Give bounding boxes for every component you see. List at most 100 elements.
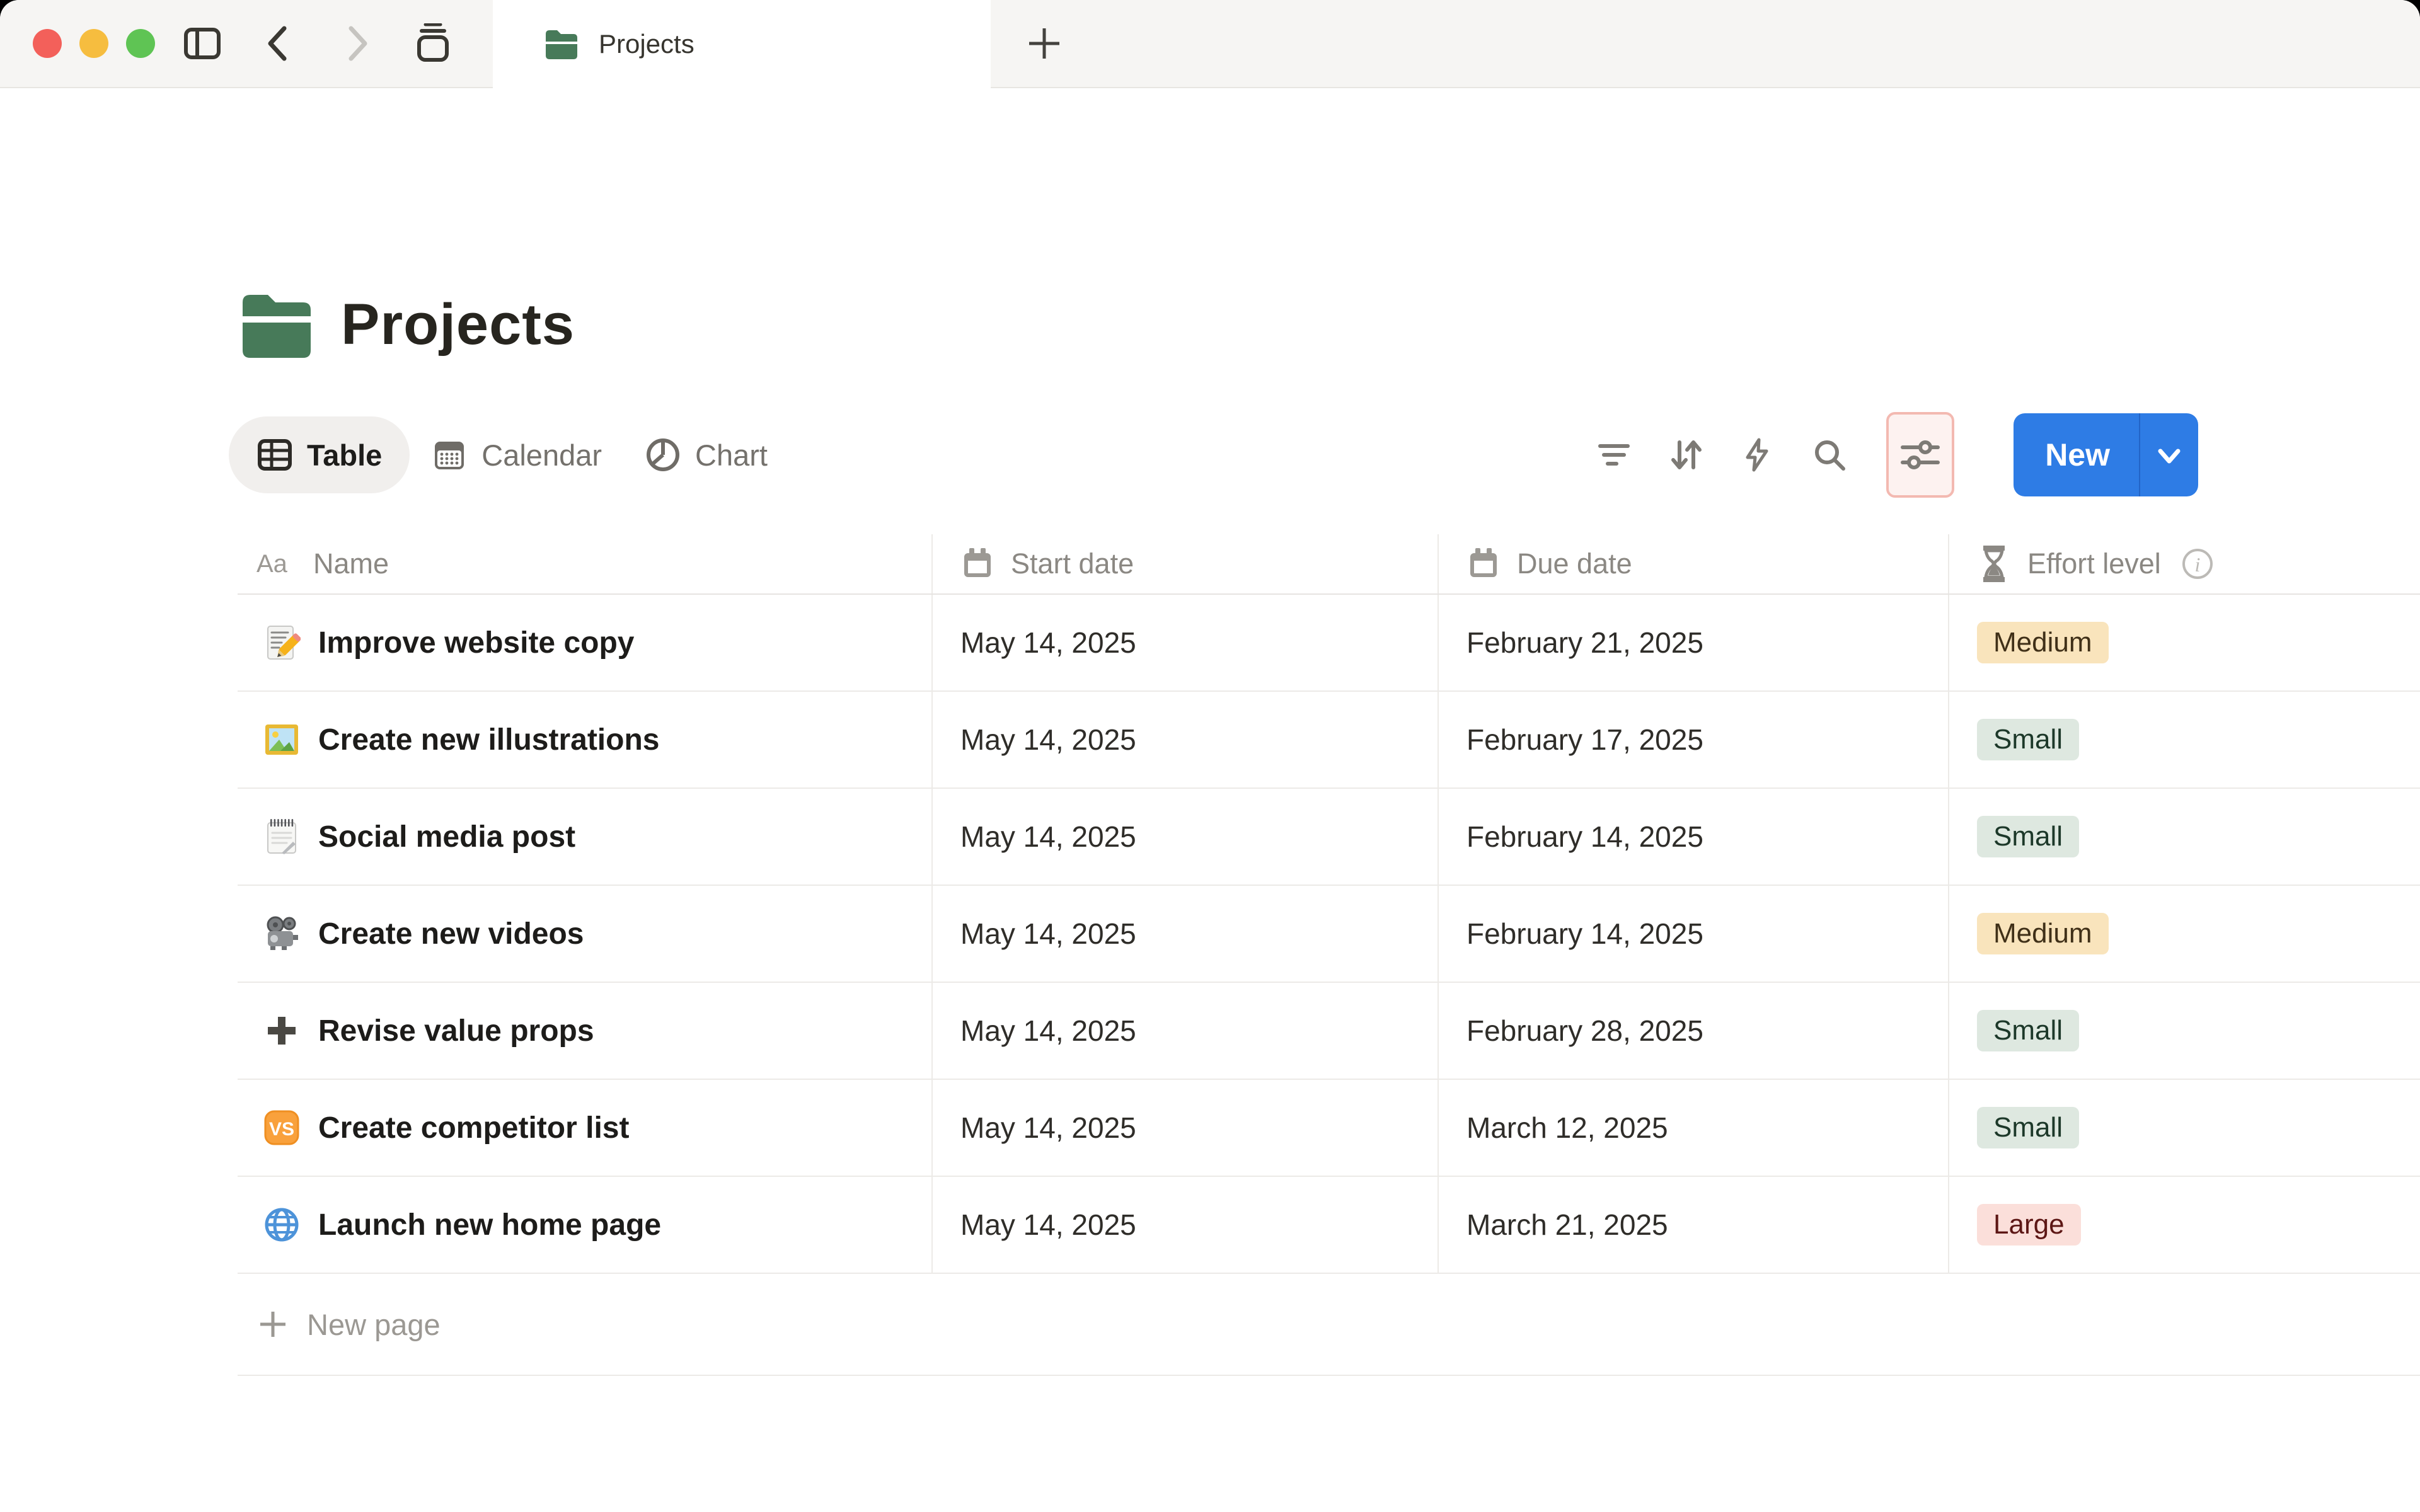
table-grid-icon — [256, 437, 293, 473]
table-row[interactable]: Create new videos May 14, 2025 February 14… — [238, 886, 2420, 983]
info-icon[interactable]: i — [2180, 546, 2215, 581]
app-window: Projects Projects Table Calendar Chart N… — [0, 0, 2420, 1512]
row-title: Revise value props — [318, 1014, 594, 1048]
sliders-icon — [1900, 435, 1940, 475]
cell-due-date[interactable]: March 21, 2025 — [1439, 1177, 1949, 1273]
column-header-due-date[interactable]: Due date — [1439, 534, 1949, 593]
cell-name[interactable]: Revise value props — [238, 983, 933, 1079]
view-settings-button[interactable] — [1886, 412, 1955, 498]
row-title: Create new illustrations — [318, 723, 660, 757]
row-title: Create competitor list — [318, 1111, 630, 1145]
row-title: Social media post — [318, 820, 576, 854]
zoom-button[interactable] — [126, 29, 155, 58]
svg-text:VS: VS — [269, 1119, 294, 1140]
table-header-row: Aa Name Start date Due date Effort level… — [238, 534, 2420, 595]
tab-chart[interactable]: Chart — [623, 416, 789, 493]
cell-name[interactable]: Create new illustrations — [238, 692, 933, 788]
table-row[interactable]: Create new illustrations May 14, 2025 Febr… — [238, 692, 2420, 789]
tab-overview-icon[interactable] — [411, 21, 455, 66]
table-row[interactable]: Revise value props May 14, 2025 February 2… — [238, 983, 2420, 1080]
cell-effort-level[interactable]: Medium — [1949, 886, 2420, 982]
page-content: Projects Table Calendar Chart New Aa Nam… — [0, 277, 2420, 1376]
cell-due-date[interactable]: February 21, 2025 — [1439, 595, 1949, 690]
folder-icon — [238, 286, 313, 363]
lightning-icon[interactable] — [1739, 436, 1777, 474]
cell-due-date[interactable]: February 14, 2025 — [1439, 886, 1949, 982]
effort-badge: Small — [1977, 1106, 2080, 1149]
forward-icon[interactable] — [334, 21, 378, 66]
effort-badge: Small — [1977, 815, 2080, 858]
column-header-effort-level[interactable]: Effort level i — [1949, 534, 2420, 593]
cell-start-date[interactable]: May 14, 2025 — [933, 789, 1439, 885]
table-body: Improve website copy May 14, 2025 February… — [238, 595, 2420, 1274]
cell-effort-level[interactable]: Large — [1949, 1177, 2420, 1273]
sidebar-toggle-icon[interactable] — [180, 21, 224, 66]
folder-icon — [542, 25, 580, 63]
memo-icon — [263, 624, 301, 662]
cell-name[interactable]: VS Create competitor list — [238, 1080, 933, 1176]
text-aa-icon: Aa — [255, 548, 297, 580]
new-tab-button[interactable] — [991, 0, 1098, 87]
column-header-name[interactable]: Aa Name — [238, 534, 933, 593]
cell-due-date[interactable]: February 17, 2025 — [1439, 692, 1949, 788]
cell-effort-level[interactable]: Small — [1949, 1080, 2420, 1176]
table-row[interactable]: VS Create competitor list May 14, 2025 Marc… — [238, 1080, 2420, 1177]
cell-due-date[interactable]: March 12, 2025 — [1439, 1080, 1949, 1176]
new-button-label[interactable]: New — [2014, 413, 2139, 496]
search-icon[interactable] — [1811, 436, 1848, 474]
vs-badge-icon: VS — [263, 1109, 301, 1147]
cell-effort-level[interactable]: Small — [1949, 692, 2420, 788]
new-page-button[interactable]: New page — [238, 1274, 2420, 1376]
cell-start-date[interactable]: May 14, 2025 — [933, 1177, 1439, 1273]
cell-effort-level[interactable]: Small — [1949, 983, 2420, 1079]
effort-badge: Large — [1977, 1203, 2081, 1246]
film-projector-icon — [263, 915, 301, 953]
column-header-start-date[interactable]: Start date — [933, 534, 1439, 593]
cell-effort-level[interactable]: Small — [1949, 789, 2420, 885]
cell-start-date[interactable]: May 14, 2025 — [933, 692, 1439, 788]
tab-projects[interactable]: Projects — [493, 0, 991, 88]
filter-icon[interactable] — [1595, 436, 1633, 474]
cell-start-date[interactable]: May 14, 2025 — [933, 886, 1439, 982]
cell-due-date[interactable]: February 14, 2025 — [1439, 789, 1949, 885]
table-row[interactable]: Improve website copy May 14, 2025 February… — [238, 595, 2420, 692]
svg-text:Aa: Aa — [256, 550, 288, 578]
sort-icon[interactable] — [1667, 436, 1705, 474]
row-title: Improve website copy — [318, 626, 635, 660]
globe-icon — [263, 1206, 301, 1244]
cell-due-date[interactable]: February 28, 2025 — [1439, 983, 1949, 1079]
minimize-button[interactable] — [79, 29, 108, 58]
page-title: Projects — [341, 292, 575, 357]
projects-table: Aa Name Start date Due date Effort level… — [238, 534, 2420, 1376]
cell-effort-level[interactable]: Medium — [1949, 595, 2420, 690]
tab-title: Projects — [599, 29, 694, 59]
table-row[interactable]: Social media post May 14, 2025 February 14… — [238, 789, 2420, 886]
cell-name[interactable]: Social media post — [238, 789, 933, 885]
back-icon[interactable] — [257, 21, 301, 66]
row-title: Create new videos — [318, 917, 584, 951]
pie-chart-icon — [645, 437, 681, 473]
cell-name[interactable]: Create new videos — [238, 886, 933, 982]
cell-name[interactable]: Improve website copy — [238, 595, 933, 690]
cell-start-date[interactable]: May 14, 2025 — [933, 595, 1439, 690]
cell-start-date[interactable]: May 14, 2025 — [933, 983, 1439, 1079]
close-button[interactable] — [33, 29, 62, 58]
table-row[interactable]: Launch new home page May 14, 2025 March 21… — [238, 1177, 2420, 1274]
heavy-plus-icon — [263, 1012, 301, 1050]
spiral-notepad-icon — [263, 818, 301, 856]
effort-badge: Small — [1977, 1009, 2080, 1052]
calendar-icon — [431, 437, 468, 473]
calendar-icon — [1466, 547, 1501, 581]
row-title: Launch new home page — [318, 1208, 662, 1242]
cell-name[interactable]: Launch new home page — [238, 1177, 933, 1273]
tab-table[interactable]: Table — [229, 416, 410, 493]
calendar-icon — [960, 547, 994, 581]
tab-calendar[interactable]: Calendar — [410, 416, 623, 493]
chevron-down-icon[interactable] — [2140, 413, 2198, 496]
traffic-lights — [0, 0, 180, 87]
page-header: Projects — [238, 277, 2420, 372]
framed-picture-icon — [263, 721, 301, 759]
new-button[interactable]: New — [2014, 413, 2198, 496]
database-toolbar: New — [1595, 412, 2198, 498]
cell-start-date[interactable]: May 14, 2025 — [933, 1080, 1439, 1176]
